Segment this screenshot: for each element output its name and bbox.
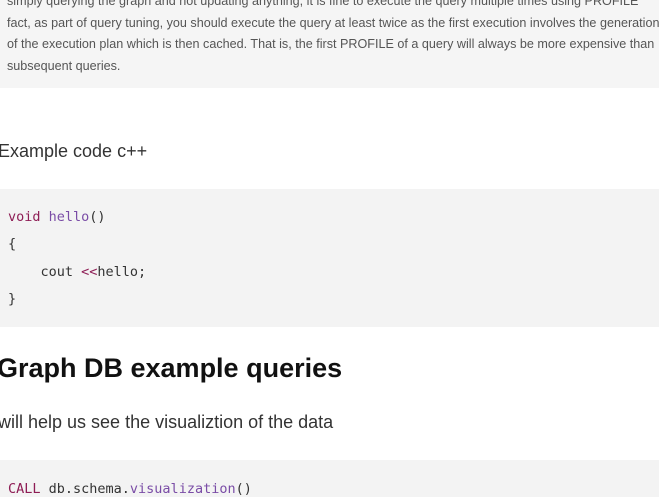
- code-function: visualization: [129, 481, 236, 497]
- code-function: hello: [48, 209, 90, 225]
- code-keyword: CALL: [8, 481, 41, 497]
- code-keyword: void: [8, 209, 41, 225]
- note-line: subsequent queries.: [7, 59, 121, 74]
- code-text: db.schema.: [40, 481, 130, 497]
- code-line: {: [8, 236, 17, 252]
- note-line: simply querying the graph and not updati…: [7, 0, 639, 8]
- code-line: void hello(): [8, 207, 106, 227]
- code-operator: <<: [81, 264, 98, 280]
- cpp-code-block: void hello() { cout <<hello; }: [0, 189, 659, 327]
- example-code-label: Example code c++: [0, 141, 148, 161]
- note-paragraph: simply querying the graph and not updati…: [7, 0, 659, 78]
- cypher-code-block: CALL db.schema.visualization(): [0, 460, 659, 497]
- section-heading: Graph DB example queries: [0, 353, 343, 383]
- note-line: fact, as part of query tuning, you shoul…: [7, 15, 659, 30]
- section-description: will help us see the visualiztion of the…: [0, 412, 334, 432]
- note-line: of the execution plan which is then cach…: [7, 37, 655, 52]
- code-line: CALL db.schema.visualization(): [8, 479, 252, 497]
- code-text: (): [89, 209, 106, 225]
- code-line: }: [8, 291, 17, 307]
- code-line: cout <<hello;: [8, 262, 147, 282]
- code-text: hello;: [97, 264, 147, 280]
- info-note: simply querying the graph and not updati…: [0, 0, 659, 88]
- code-text: (): [235, 481, 252, 497]
- code-text: cout: [8, 264, 82, 280]
